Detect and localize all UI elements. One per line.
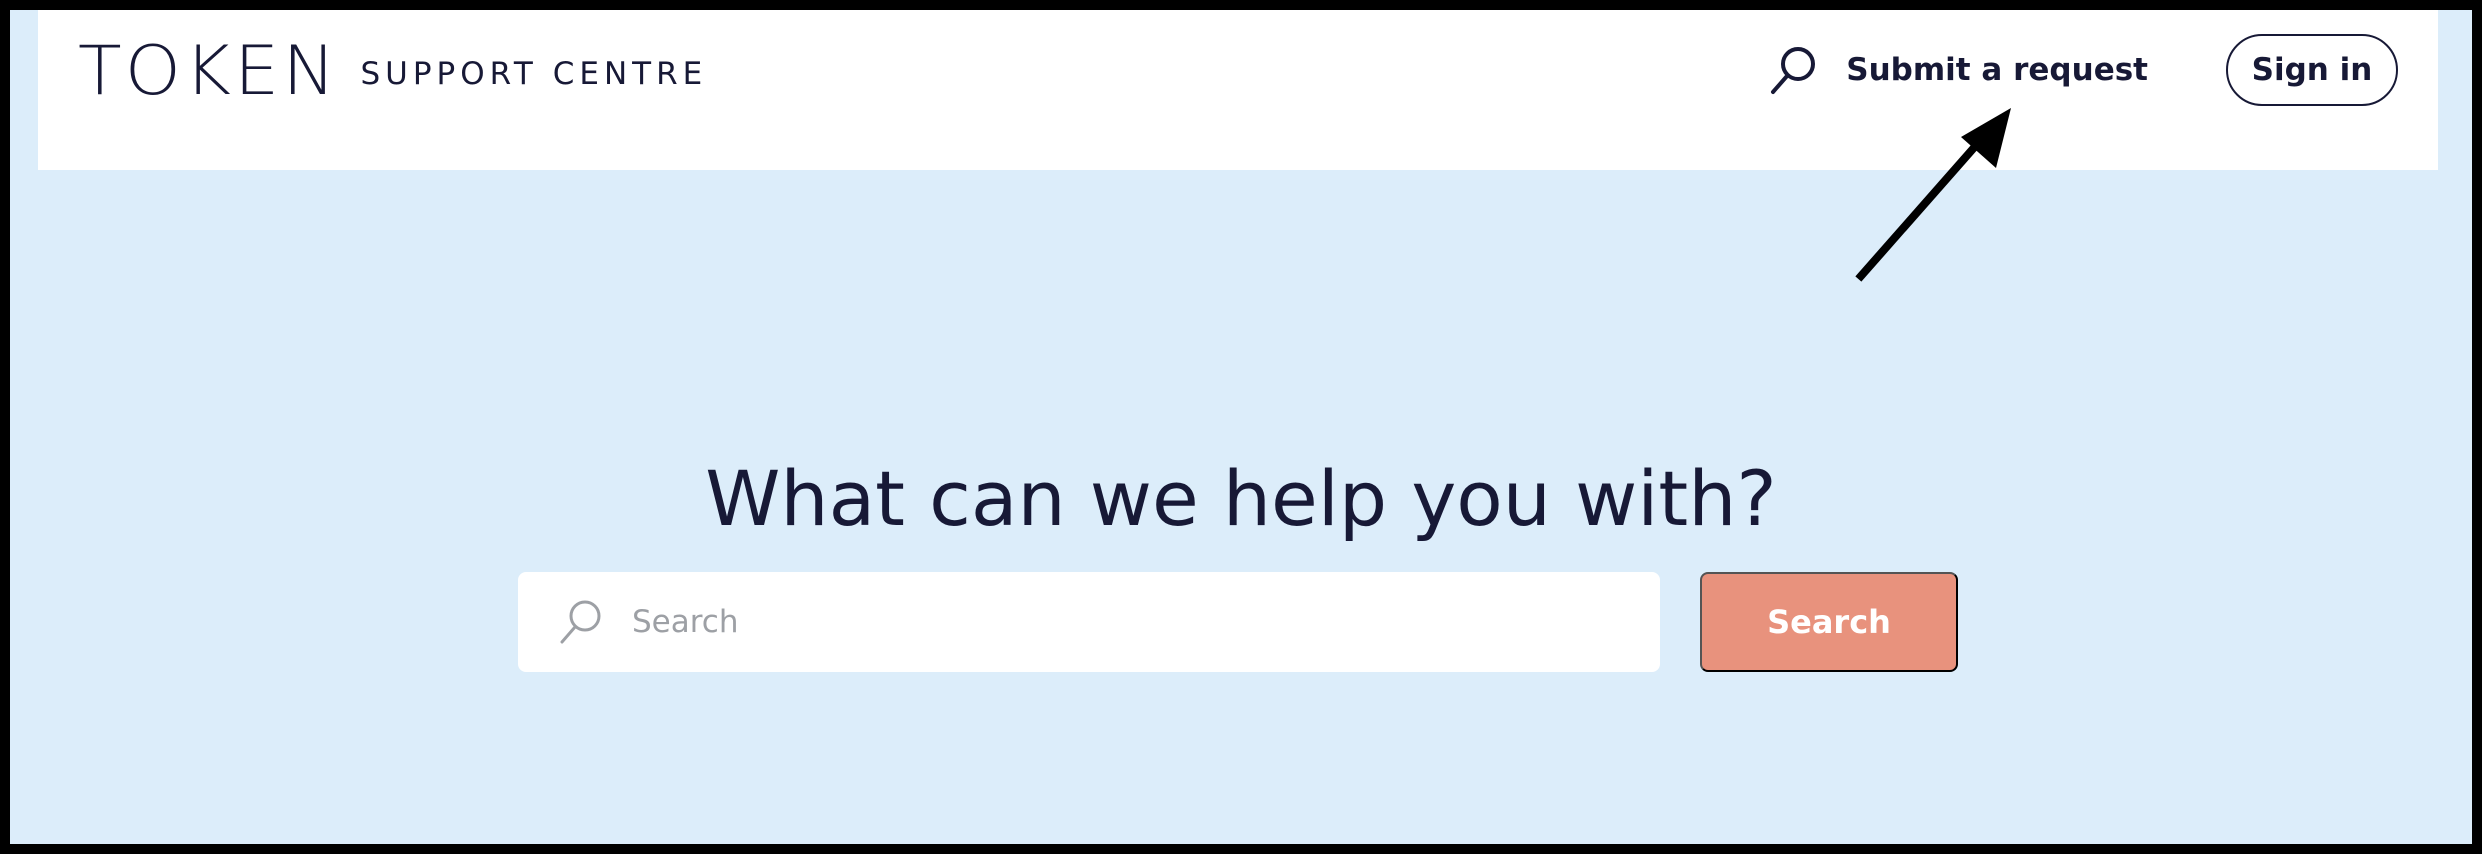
search-icon <box>558 597 606 647</box>
site-header: TOKEN SUPPORT CENTRE Submit a request Si… <box>38 10 2438 170</box>
search-section: Search <box>518 572 1958 672</box>
search-icon[interactable] <box>1766 41 1824 99</box>
search-button[interactable]: Search <box>1700 572 1958 672</box>
submit-request-link[interactable]: Submit a request <box>1846 54 2148 86</box>
page-title: What can we help you with? <box>705 453 1777 543</box>
support-page: TOKEN SUPPORT CENTRE Submit a request Si… <box>10 10 2472 844</box>
search-box[interactable] <box>518 572 1660 672</box>
sign-in-button[interactable]: Sign in <box>2226 34 2398 106</box>
search-input[interactable] <box>630 603 1614 641</box>
header-actions: Submit a request Sign in <box>1766 34 2398 106</box>
brand: TOKEN SUPPORT CENTRE <box>78 38 707 106</box>
support-centre-title: SUPPORT CENTRE <box>360 56 708 92</box>
arrow-icon <box>1855 108 2011 282</box>
token-logo[interactable]: TOKEN <box>78 38 339 106</box>
